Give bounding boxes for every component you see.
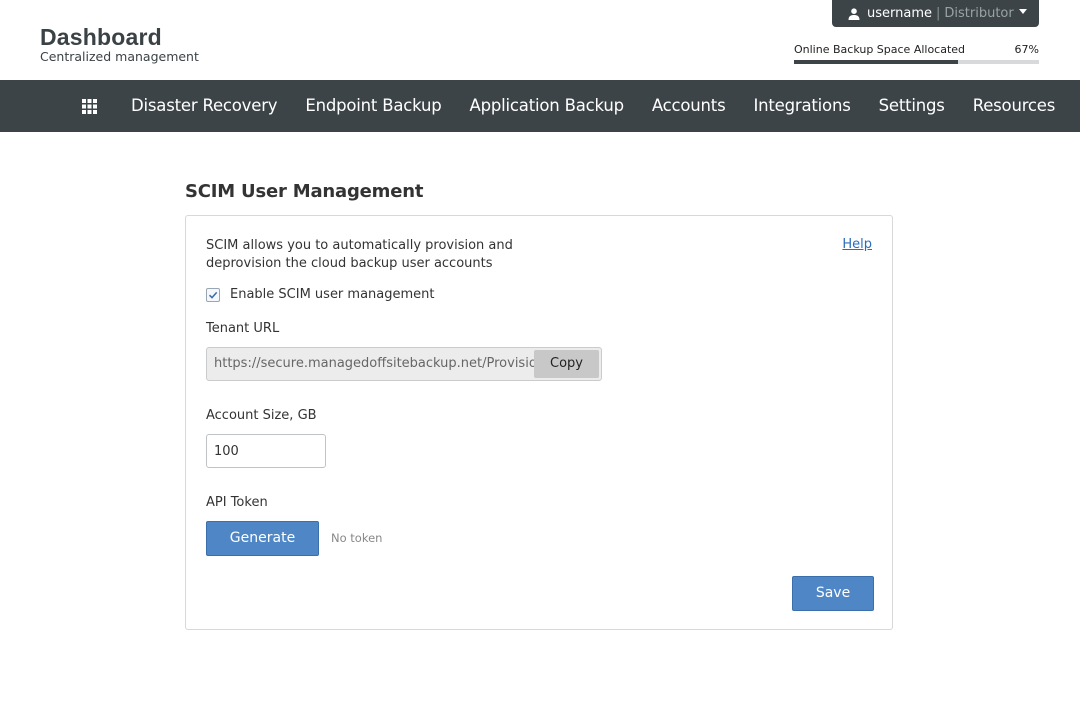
tenant-url-field[interactable]: https://secure.managedoffsitebackup.net/… (206, 347, 602, 381)
apps-grid-icon[interactable] (82, 99, 97, 114)
user-icon (847, 7, 861, 21)
backup-space-label: Online Backup Space Allocated (794, 43, 966, 56)
chevron-down-icon (1019, 9, 1027, 14)
copy-button[interactable]: Copy (534, 350, 599, 378)
main-nav: Disaster Recovery Endpoint Backup Applic… (0, 80, 1080, 132)
save-button[interactable]: Save (792, 576, 874, 611)
nav-item-application-backup[interactable]: Application Backup (456, 80, 638, 132)
api-token-label: API Token (206, 495, 268, 510)
page-title: SCIM User Management (185, 181, 424, 202)
brand: Dashboard Centralized management (40, 24, 199, 64)
backup-space-percent: 67% (1014, 43, 1039, 56)
account-size-input[interactable] (206, 434, 326, 468)
nav-item-settings[interactable]: Settings (865, 80, 959, 132)
user-role: Distributor (944, 6, 1014, 21)
token-status: No token (331, 531, 383, 545)
nav-item-disaster-recovery[interactable]: Disaster Recovery (117, 80, 291, 132)
nav-item-accounts[interactable]: Accounts (638, 80, 740, 132)
user-separator: | (936, 6, 941, 21)
nav-item-resources[interactable]: Resources (959, 80, 1069, 132)
enable-scim-checkbox[interactable] (206, 287, 220, 302)
enable-scim-option[interactable]: Enable SCIM user management (206, 287, 435, 302)
backup-space-progress-fill (794, 60, 959, 64)
tenant-url-value: https://secure.managedoffsitebackup.net/… (214, 356, 534, 371)
generate-token-button[interactable]: Generate (206, 521, 319, 556)
enable-scim-label: Enable SCIM user management (230, 287, 435, 302)
username: username (867, 6, 932, 21)
nav-items: Disaster Recovery Endpoint Backup Applic… (117, 80, 1069, 132)
user-menu-button[interactable]: username | Distributor (832, 0, 1039, 27)
backup-space-progress (794, 60, 1039, 64)
tenant-url-label: Tenant URL (206, 321, 280, 336)
nav-item-endpoint-backup[interactable]: Endpoint Backup (291, 80, 455, 132)
app-title: Dashboard (40, 24, 162, 50)
app-subtitle: Centralized management (40, 49, 199, 64)
nav-item-integrations[interactable]: Integrations (739, 80, 864, 132)
scim-description: SCIM allows you to automatically provisi… (206, 238, 513, 271)
account-size-label: Account Size, GB (206, 408, 317, 423)
scim-settings-panel: SCIM allows you to automatically provisi… (185, 215, 893, 630)
checkmark-icon (208, 291, 218, 299)
help-link[interactable]: Help (842, 237, 872, 252)
